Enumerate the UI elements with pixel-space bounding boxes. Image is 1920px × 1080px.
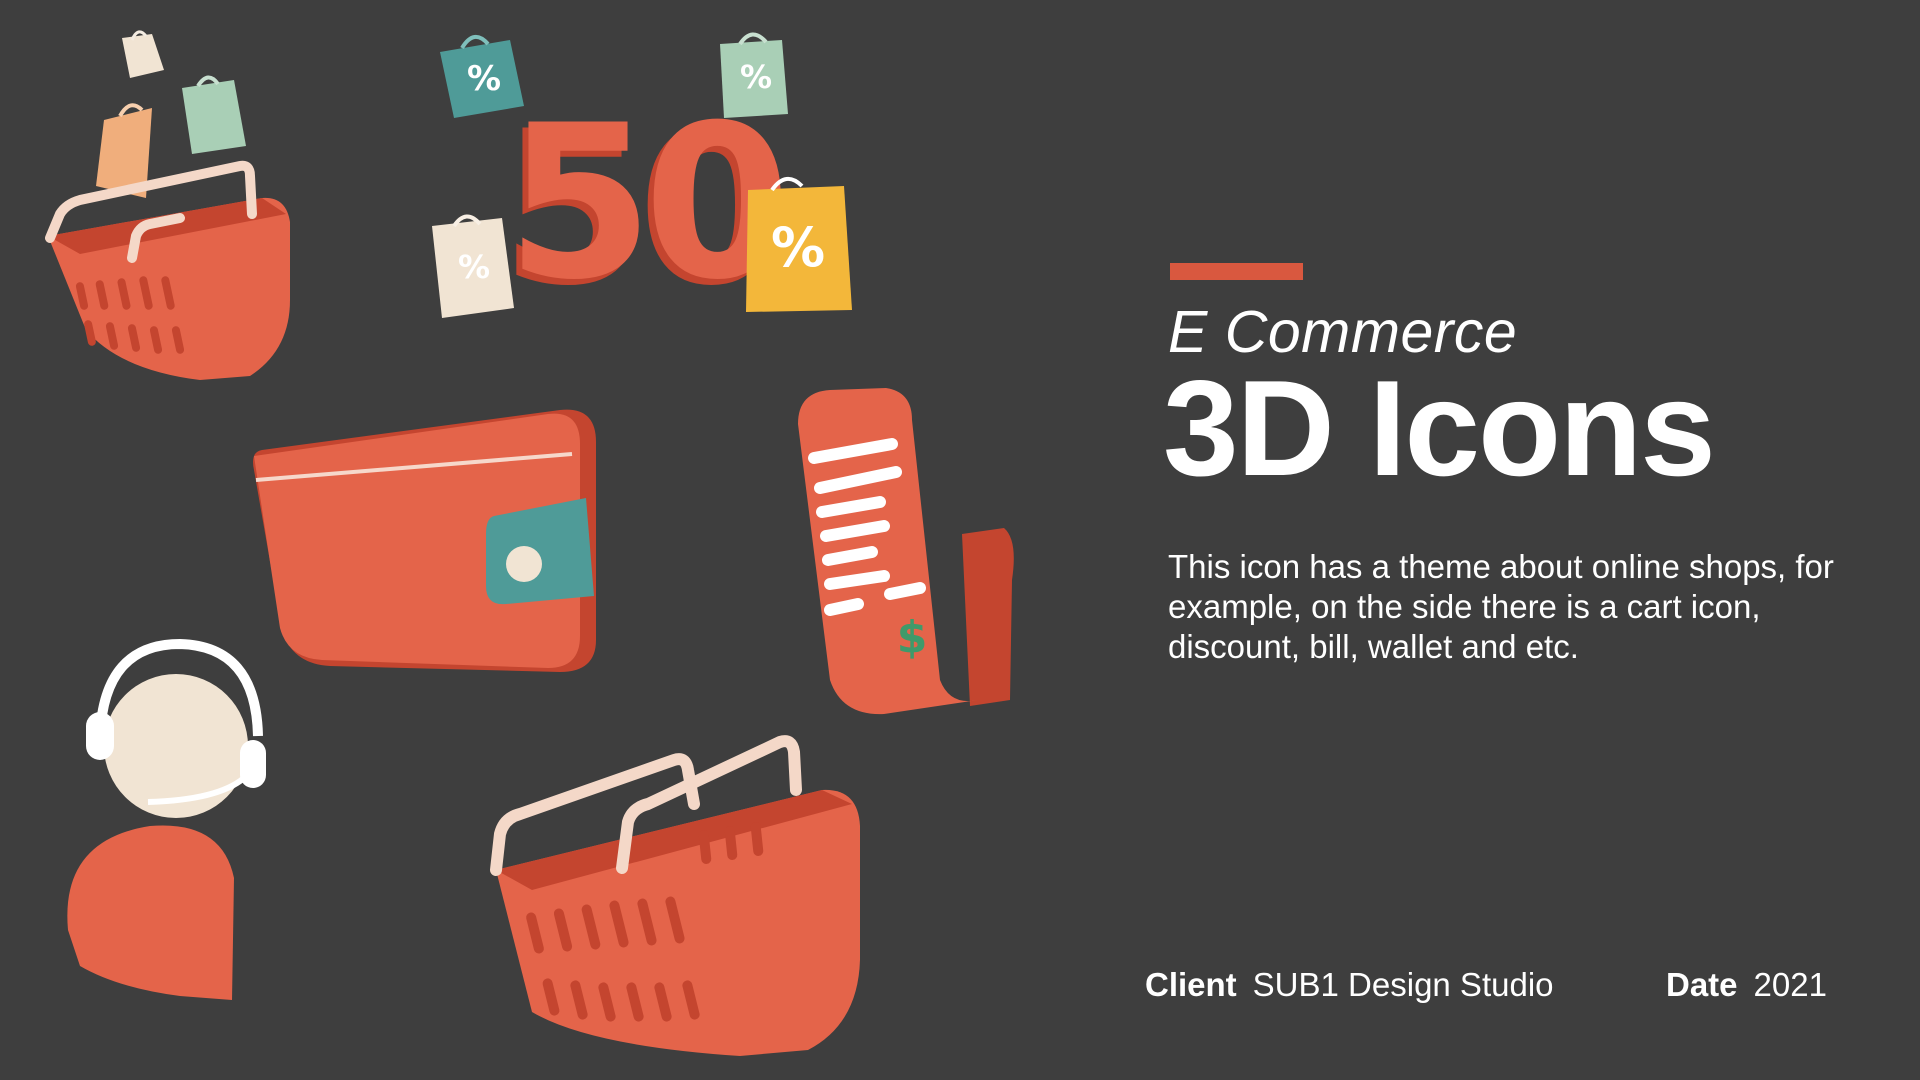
client-value: SUB1 Design Studio — [1252, 966, 1554, 1003]
discount-number: 50 — [506, 79, 782, 326]
accent-bar — [1170, 263, 1303, 280]
date-label: Date — [1666, 966, 1738, 1003]
percent-symbol: % — [467, 59, 501, 99]
percent-symbol: % — [458, 248, 490, 286]
discount-bag-yellow-icon: % — [746, 177, 852, 312]
small-bag-mint-icon — [182, 75, 246, 154]
page-title: 3D Icons — [1163, 352, 1716, 504]
shopping-basket-bottom-icon — [490, 735, 860, 1056]
small-bag-cream-icon — [122, 30, 164, 78]
client-label: Client — [1145, 966, 1237, 1003]
fifty-percent-icon: 50 50 — [500, 79, 792, 332]
shopping-basket-top-icon — [45, 160, 290, 380]
date-value: 2021 — [1753, 966, 1827, 1003]
percent-symbol: % — [771, 216, 825, 279]
presentation-slide: % % 50 50 % % $ E Commerce 3D Icons This… — [0, 0, 1920, 1080]
dollar-symbol: $ — [897, 612, 928, 663]
date-info: Date 2021 — [1666, 966, 1827, 1004]
discount-bag-cream-icon: % — [432, 214, 514, 318]
description-text: This icon has a theme about online shops… — [1168, 548, 1834, 665]
wallet-icon — [253, 409, 596, 672]
icon-illustration: % % 50 50 % % $ — [45, 30, 1014, 1056]
receipt-bill-icon: $ — [798, 388, 1014, 715]
client-info: Client SUB1 Design Studio — [1145, 966, 1554, 1004]
customer-service-icon — [67, 638, 266, 1000]
